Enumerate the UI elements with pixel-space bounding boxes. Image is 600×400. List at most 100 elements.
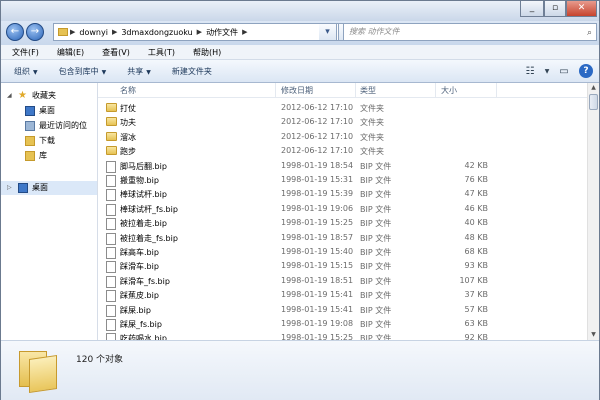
nav-label: 最近访问的位 xyxy=(39,121,87,130)
file-icon xyxy=(106,203,116,216)
table-row[interactable]: 被拉着走_fs.bip 1998-01-19 18:57 BIP 文件 48 KB xyxy=(98,231,588,245)
file-icon xyxy=(106,319,116,331)
nav-favorites[interactable]: ◢ ★ 收藏夹 xyxy=(1,89,97,103)
navigation-pane: ◢ ★ 收藏夹 桌面 最近访问的位 下载 库 ▷ 桌面 xyxy=(1,83,98,340)
nav-library[interactable]: 库 xyxy=(1,149,97,163)
cell-size: 48 KB xyxy=(464,232,488,242)
cell-type: 文件夹 xyxy=(360,132,384,142)
cell-type: 文件夹 xyxy=(360,147,384,157)
cell-type: 文件夹 xyxy=(360,104,384,113)
column-name[interactable]: 名称 xyxy=(120,85,136,96)
nav-desktop[interactable]: 桌面 xyxy=(1,104,97,118)
table-row[interactable]: 棒球试杆_fs.bip 1998-01-19 19:06 BIP 文件 46 KB xyxy=(98,202,588,216)
menu-view[interactable]: 查看(V) xyxy=(91,45,137,59)
history-dropdown-button[interactable]: ▾ xyxy=(319,23,337,41)
column-divider[interactable] xyxy=(275,83,276,97)
file-icon xyxy=(106,333,116,340)
details-pane: 120 个对象 xyxy=(1,340,599,400)
nav-downloads[interactable]: 下载 xyxy=(1,134,97,148)
search-input[interactable]: 搜索 动作文件 ⌕ xyxy=(343,23,597,41)
menu-tools[interactable]: 工具(T) xyxy=(137,45,182,59)
cell-date: 1998-01-19 19:06 xyxy=(281,203,354,213)
cell-type: BIP 文件 xyxy=(360,320,392,329)
table-row[interactable]: 跑步 2012-06-12 17:10 文件夹 xyxy=(98,144,588,158)
help-icon[interactable]: ? xyxy=(579,64,593,78)
maximize-button[interactable]: ▫ xyxy=(544,1,566,17)
breadcrumb-segment[interactable]: downyi xyxy=(79,28,108,37)
scroll-down-icon[interactable]: ▼ xyxy=(588,330,599,340)
table-row[interactable]: 棒球试杆.bip 1998-01-19 15:39 BIP 文件 47 KB xyxy=(98,187,588,202)
column-divider[interactable] xyxy=(435,83,436,97)
table-row[interactable]: 踩屎_fs.bip 1998-01-19 19:08 BIP 文件 63 KB xyxy=(98,317,588,331)
table-row[interactable]: 脚马后翻.bip 1998-01-19 18:54 BIP 文件 42 KB xyxy=(98,159,588,173)
search-icon[interactable]: ⌕ xyxy=(587,25,592,41)
table-row[interactable]: 踩高车.bip 1998-01-19 15:40 BIP 文件 68 KB xyxy=(98,245,588,259)
table-row[interactable]: 踩屎.bip 1998-01-19 15:41 BIP 文件 57 KB xyxy=(98,303,588,317)
menu-help[interactable]: 帮助(H) xyxy=(182,45,228,59)
library-icon xyxy=(25,151,35,161)
cell-size: 92 KB xyxy=(464,333,488,340)
nav-desktop-root[interactable]: ▷ 桌面 xyxy=(1,181,97,195)
table-row[interactable]: 打仗 2012-06-12 17:10 文件夹 xyxy=(98,101,588,115)
folder-large-icon xyxy=(19,351,57,393)
cell-date: 2012-06-12 17:10 xyxy=(281,103,354,112)
title-bar[interactable]: _ ▫ ✕ xyxy=(1,1,599,21)
column-date[interactable]: 修改日期 xyxy=(281,85,313,96)
scroll-thumb[interactable] xyxy=(589,94,598,110)
chevron-down-icon[interactable]: ▼ xyxy=(541,68,553,75)
preview-pane-icon[interactable]: ▭ xyxy=(553,66,575,77)
menu-file[interactable]: 文件(F) xyxy=(1,45,46,59)
command-bar: 组织 ▼ 包含到库中 ▼ 共享 ▼ 新建文件夹 ☷ ▼ ▭ ? xyxy=(1,60,599,83)
close-button[interactable]: ✕ xyxy=(566,1,597,17)
breadcrumb-segment[interactable]: 动作文件 xyxy=(206,27,238,38)
cell-type: BIP 文件 xyxy=(360,190,392,200)
cell-size: 68 KB xyxy=(464,247,488,256)
nav-label: 收藏夹 xyxy=(32,91,56,100)
column-divider[interactable] xyxy=(496,83,497,97)
cell-type: BIP 文件 xyxy=(360,204,392,214)
cell-date: 2012-06-12 17:10 xyxy=(281,146,354,156)
table-row[interactable]: 搬重物.bip 1998-01-19 15:31 BIP 文件 76 KB xyxy=(98,173,588,187)
table-row[interactable]: 被拉着走.bip 1998-01-19 15:25 BIP 文件 40 KB xyxy=(98,216,588,231)
nav-recent-places[interactable]: 最近访问的位 xyxy=(1,119,97,133)
back-button[interactable]: ← xyxy=(6,23,24,41)
column-size[interactable]: 大小 xyxy=(441,85,457,96)
item-count: 120 个对象 xyxy=(76,355,124,365)
vertical-scrollbar[interactable]: ▲ ▼ xyxy=(587,83,599,340)
expand-triangle-icon[interactable]: ◢ xyxy=(7,89,12,103)
cell-size: 47 KB xyxy=(464,189,488,199)
table-row[interactable]: 吃药喝水.bip 1998-01-19 15:25 BIP 文件 92 KB xyxy=(98,331,588,340)
column-divider[interactable] xyxy=(355,83,356,97)
cell-name: 踩滑车.bip xyxy=(120,262,159,272)
cell-type: BIP 文件 xyxy=(360,219,392,229)
recent-places-icon xyxy=(25,121,35,131)
column-type[interactable]: 类型 xyxy=(360,85,376,96)
cell-name: 踩高车.bip xyxy=(120,248,159,257)
view-options-icon[interactable]: ☷ xyxy=(519,66,541,77)
table-row[interactable]: 溜冰 2012-06-12 17:10 文件夹 xyxy=(98,130,588,144)
file-icon xyxy=(106,304,116,317)
scroll-up-icon[interactable]: ▲ xyxy=(588,83,599,93)
table-row[interactable]: 踩滑车.bip 1998-01-19 15:15 BIP 文件 93 KB xyxy=(98,259,588,274)
include-in-library-button[interactable]: 包含到库中 ▼ xyxy=(46,66,115,77)
menu-edit[interactable]: 编辑(E) xyxy=(46,45,91,59)
organize-button[interactable]: 组织 ▼ xyxy=(1,66,46,77)
new-folder-button[interactable]: 新建文件夹 xyxy=(159,66,220,77)
nav-label: 下载 xyxy=(39,136,55,145)
cell-name: 棒球试杆_fs.bip xyxy=(120,204,178,214)
table-row[interactable]: 踩滑车_fs.bip 1998-01-19 18:51 BIP 文件 107 KB xyxy=(98,274,588,288)
cell-size: 63 KB xyxy=(464,319,488,328)
breadcrumb-segment[interactable]: 3dmaxdongzuoku xyxy=(121,28,192,37)
cell-size: 40 KB xyxy=(464,218,488,228)
table-row[interactable]: 踩蕉皮.bip 1998-01-19 15:41 BIP 文件 37 KB xyxy=(98,288,588,303)
file-icon xyxy=(106,247,116,259)
forward-button[interactable]: → xyxy=(26,23,44,41)
share-button[interactable]: 共享 ▼ xyxy=(114,66,159,77)
address-bar[interactable]: ▶ downyi ▶ 3dmaxdongzuoku ▶ 动作文件 ▶ xyxy=(53,23,339,41)
file-list: 名称 修改日期 类型 大小 打仗 2012-06-12 17:10 文件夹 功夫 201… xyxy=(98,83,599,340)
expand-triangle-icon[interactable]: ▷ xyxy=(7,181,12,195)
cell-name: 踩蕉皮.bip xyxy=(120,291,159,301)
minimize-button[interactable]: _ xyxy=(520,1,544,17)
cell-date: 1998-01-19 15:15 xyxy=(281,261,354,271)
table-row[interactable]: 功夫 2012-06-12 17:10 文件夹 xyxy=(98,115,588,129)
